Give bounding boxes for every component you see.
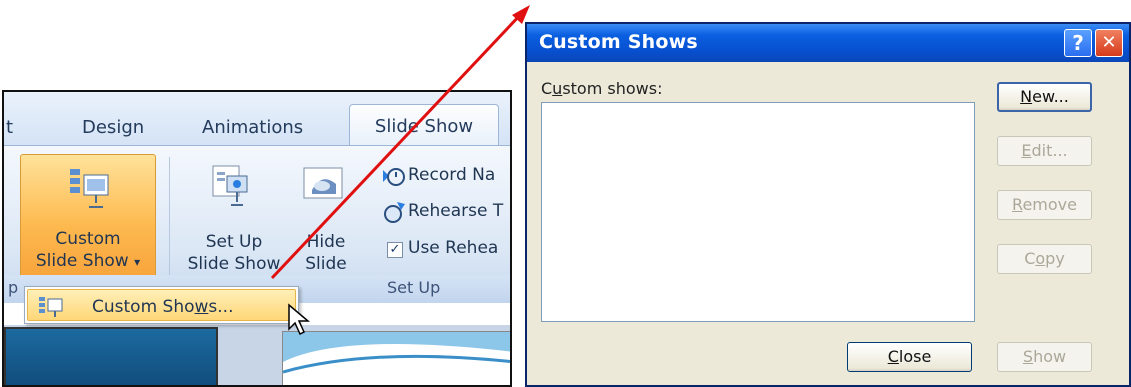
callout-arrow <box>270 5 530 280</box>
callout-arrow-line <box>270 11 524 280</box>
